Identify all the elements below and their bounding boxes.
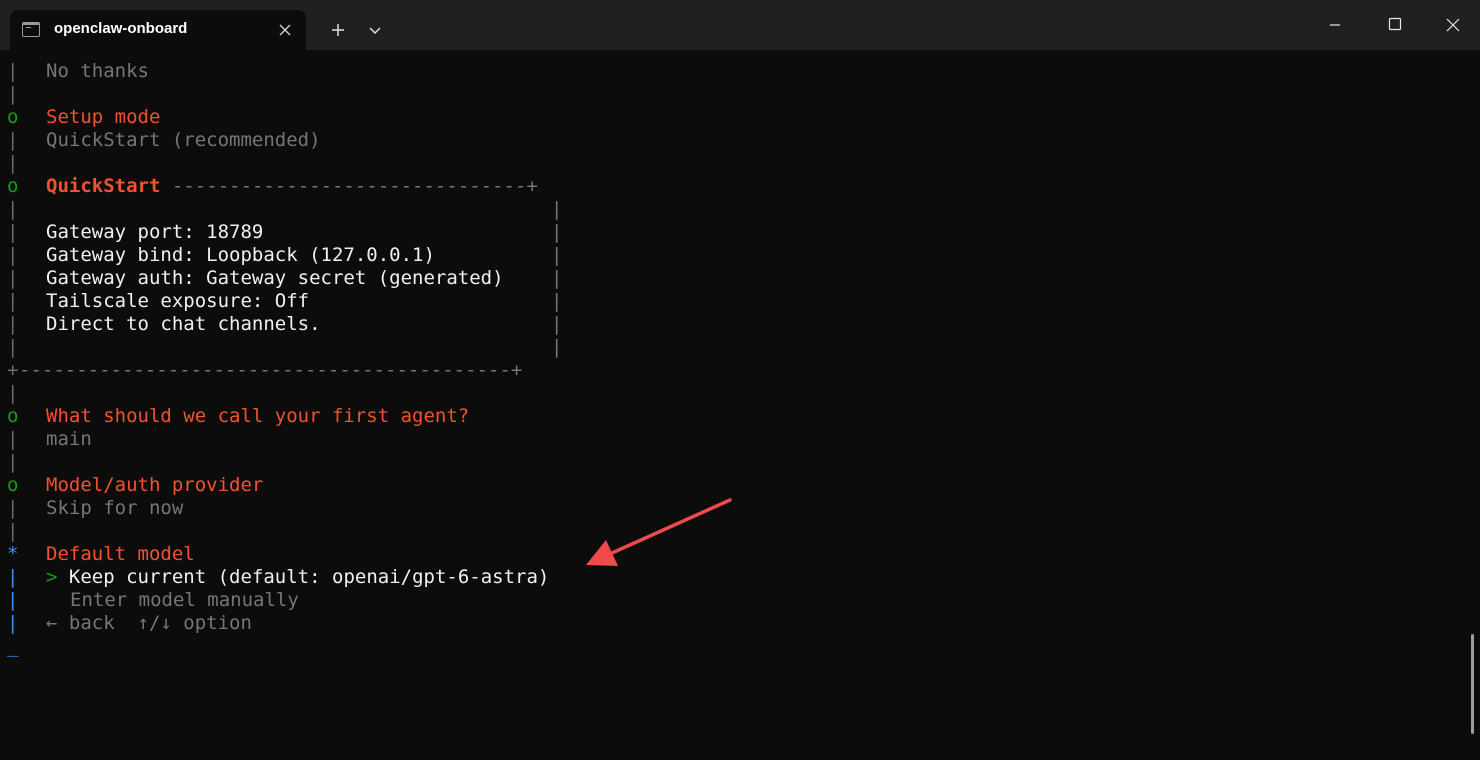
- maximize-icon[interactable]: [1366, 0, 1424, 50]
- box-border-right: |: [551, 198, 563, 220]
- terminal-line: _: [0, 635, 1468, 658]
- tab-title: openclaw-onboard: [54, 20, 188, 37]
- gutter-bar: |: [7, 451, 19, 473]
- gutter-bar: |: [7, 428, 19, 450]
- terminal-window: openclaw-onboard | No thanks | o Setup m…: [0, 0, 1480, 760]
- terminal-line: | Gateway bind: Loopback (127.0.0.1) |: [0, 244, 1468, 267]
- quickstart-bottom-rule: ----------------------------------------…: [19, 359, 523, 381]
- terminal-line: o Model/auth provider: [0, 474, 1468, 497]
- terminal-line: + --------------------------------------…: [0, 359, 1468, 382]
- terminal-line: |: [0, 152, 1468, 175]
- quickstart-line: Gateway port: 18789: [46, 221, 264, 243]
- navigation-hint: ← back ↑/↓ option: [46, 612, 252, 634]
- done-marker: o: [7, 405, 19, 427]
- chevron-down-icon[interactable]: [362, 16, 388, 44]
- gutter-bar: |: [7, 566, 19, 588]
- terminal-line: |: [0, 83, 1468, 106]
- gutter-bar: |: [7, 290, 19, 312]
- gutter-bar: |: [7, 589, 19, 611]
- done-marker: o: [7, 106, 19, 128]
- terminal-line: * Default model: [0, 543, 1468, 566]
- terminal-line: |: [0, 382, 1468, 405]
- close-icon[interactable]: [1424, 0, 1480, 50]
- done-marker: o: [7, 474, 19, 496]
- agent-name-heading: What should we call your first agent?: [46, 405, 470, 427]
- active-marker: *: [7, 543, 19, 565]
- gutter-bar: |: [7, 60, 19, 82]
- box-border-right: |: [551, 290, 563, 312]
- terminal-line: | ← back ↑/↓ option: [0, 612, 1468, 635]
- box-border-right: |: [551, 267, 563, 289]
- provider-heading: Model/auth provider: [46, 474, 264, 496]
- tab-openclaw-onboard[interactable]: openclaw-onboard: [10, 10, 306, 50]
- terminal-line: | Gateway auth: Gateway secret (generate…: [0, 267, 1468, 290]
- gutter-bar: |: [7, 152, 19, 174]
- box-border-right: |: [551, 313, 563, 335]
- title-bar: openclaw-onboard: [0, 0, 1480, 50]
- gutter-bar: |: [7, 198, 19, 220]
- gutter-bar: |: [7, 221, 19, 243]
- option-label: Keep current (default: openai/gpt-6-astr…: [68, 566, 550, 588]
- terminal-icon: [22, 22, 40, 37]
- terminal-line: |: [0, 451, 1468, 474]
- quickstart-line: Direct to chat channels.: [46, 313, 321, 335]
- quickstart-line: Gateway bind: Loopback (127.0.0.1): [46, 244, 435, 266]
- minimize-icon[interactable]: [1306, 0, 1364, 50]
- gutter-bar: |: [7, 382, 19, 404]
- provider-value: Skip for now: [46, 497, 184, 519]
- quickstart-top-rule: -------------------------------+: [160, 175, 538, 197]
- setup-mode-heading: Setup mode: [46, 106, 161, 128]
- terminal-line: o QuickStart ---------------------------…: [0, 175, 1468, 198]
- done-marker: o: [7, 175, 19, 197]
- selection-pointer: >: [46, 566, 58, 588]
- quickstart-line: Gateway auth: Gateway secret (generated): [46, 267, 504, 289]
- terminal-line: | Enter model manually: [0, 589, 1468, 612]
- quickstart-header: QuickStart -----------------------------…: [46, 175, 538, 198]
- cursor: _: [7, 635, 19, 657]
- gutter-bar: |: [7, 612, 19, 634]
- gutter-bar: |: [7, 520, 19, 542]
- box-border-right: |: [551, 221, 563, 243]
- terminal-line: | Gateway port: 18789 |: [0, 221, 1468, 244]
- model-option-enter-manually[interactable]: Enter model manually: [70, 589, 299, 612]
- terminal-line: | |: [0, 198, 1468, 221]
- prev-answer: No thanks: [46, 60, 149, 82]
- quickstart-heading: QuickStart: [46, 175, 161, 197]
- scrollbar-thumb[interactable]: [1471, 634, 1474, 734]
- gutter-bar: |: [7, 83, 19, 105]
- agent-name-value: main: [46, 428, 92, 450]
- terminal-line: |: [0, 520, 1468, 543]
- terminal-output[interactable]: | No thanks | o Setup mode | QuickStart …: [0, 60, 1468, 760]
- terminal-line: o Setup mode: [0, 106, 1468, 129]
- gutter-bar: |: [7, 497, 19, 519]
- terminal-line: | Direct to chat channels. |: [0, 313, 1468, 336]
- gutter-bar: |: [7, 244, 19, 266]
- box-border-right: |: [551, 244, 563, 266]
- box-border-right: |: [551, 336, 563, 358]
- default-model-heading: Default model: [46, 543, 195, 565]
- gutter-bar: |: [7, 267, 19, 289]
- terminal-line: | > Keep current (default: openai/gpt-6-…: [0, 566, 1468, 589]
- gutter-bar: |: [7, 336, 19, 358]
- model-option-keep-current[interactable]: > Keep current (default: openai/gpt-6-as…: [46, 566, 549, 589]
- terminal-line: | main: [0, 428, 1468, 451]
- gutter-bar: |: [7, 129, 19, 151]
- gutter-bar: |: [7, 313, 19, 335]
- plus-icon[interactable]: [324, 16, 352, 44]
- terminal-line: | Tailscale exposure: Off |: [0, 290, 1468, 313]
- setup-mode-value: QuickStart (recommended): [46, 129, 321, 151]
- close-icon[interactable]: [274, 19, 296, 41]
- terminal-line: | Skip for now: [0, 497, 1468, 520]
- terminal-line: o What should we call your first agent?: [0, 405, 1468, 428]
- terminal-line: | |: [0, 336, 1468, 359]
- quickstart-line: Tailscale exposure: Off: [46, 290, 310, 312]
- terminal-line: | No thanks: [0, 60, 1468, 83]
- terminal-line: | QuickStart (recommended): [0, 129, 1468, 152]
